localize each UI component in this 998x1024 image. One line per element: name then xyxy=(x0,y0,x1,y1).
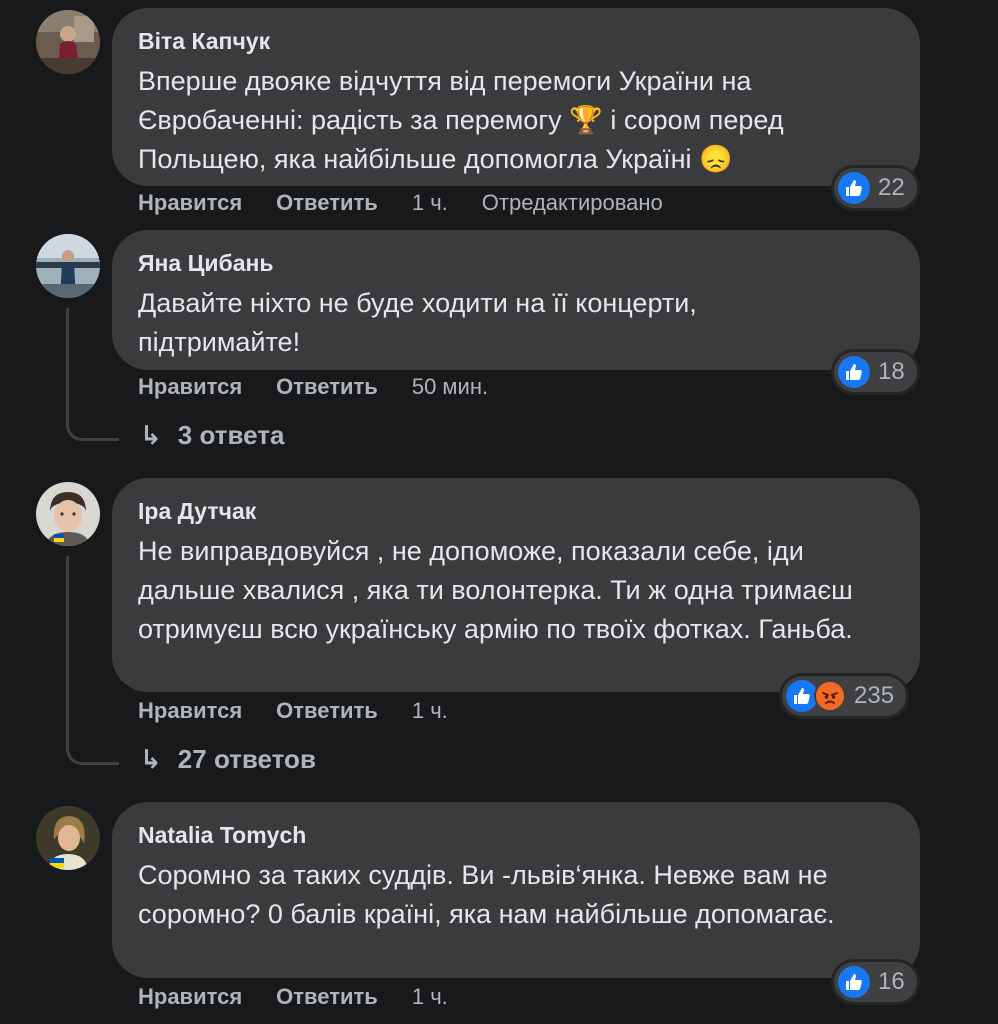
comment-bubble: Віта Капчук Вперше двояке відчуття від п… xyxy=(112,8,920,186)
reactions-badge[interactable]: 18 xyxy=(834,352,917,392)
like-icon xyxy=(838,172,870,204)
replies-count: 27 ответов xyxy=(177,744,316,774)
comment-author[interactable]: Віта Капчук xyxy=(138,26,896,56)
like-icon xyxy=(838,356,870,388)
comment-text: Давайте ніхто не буде ходити на її конце… xyxy=(138,288,697,357)
trophy-emoji: 🏆 xyxy=(569,105,603,135)
comment-actions: Нравится Ответить 50 мин. xyxy=(138,374,522,400)
reply-button[interactable]: Ответить xyxy=(276,190,378,216)
comment-author[interactable]: Natalia Tomych xyxy=(138,820,896,850)
reaction-count: 22 xyxy=(878,174,905,201)
like-button[interactable]: Нравится xyxy=(138,984,242,1010)
timestamp[interactable]: 1 ч. xyxy=(412,190,448,216)
timestamp[interactable]: 1 ч. xyxy=(412,698,448,724)
reaction-count: 235 xyxy=(854,682,895,709)
comment-text: Соромно за таких суддів. Ви -львів‘янка.… xyxy=(138,860,835,929)
comment-author[interactable]: Яна Цибань xyxy=(138,248,896,278)
timestamp[interactable]: 1 ч. xyxy=(412,984,448,1010)
comment-actions: Нравится Ответить 1 ч. xyxy=(138,698,482,724)
reply-arrow-icon: ↳ xyxy=(140,420,162,451)
thread-line xyxy=(66,556,119,765)
comment-actions: Нравится Ответить 1 ч. Отредактировано xyxy=(138,190,663,216)
like-button[interactable]: Нравится xyxy=(138,698,242,724)
disappointed-face-emoji: 😞 xyxy=(699,144,733,174)
timestamp[interactable]: 50 мин. xyxy=(412,374,488,400)
reactions-badge[interactable]: 235 xyxy=(782,676,907,716)
comment-bubble: Іра Дутчак Не виправдовуйся , не допомож… xyxy=(112,478,920,692)
reply-arrow-icon: ↳ xyxy=(140,744,162,775)
reactions-badge[interactable]: 16 xyxy=(834,962,917,1002)
comment-author[interactable]: Іра Дутчак xyxy=(138,496,896,526)
avatar[interactable] xyxy=(36,806,100,870)
avatar[interactable] xyxy=(36,10,100,74)
reply-button[interactable]: Ответить xyxy=(276,698,378,724)
edited-label: Отредактировано xyxy=(481,190,663,215)
avatar[interactable] xyxy=(36,234,100,298)
view-replies-button[interactable]: ↳ 3 ответа xyxy=(140,420,284,451)
replies-count: 3 ответа xyxy=(177,420,285,450)
view-replies-button[interactable]: ↳ 27 ответов xyxy=(140,744,316,775)
comment-actions: Нравится Ответить 1 ч. xyxy=(138,984,482,1010)
comment-text: Не виправдовуйся , не допоможе, показали… xyxy=(138,536,853,644)
reaction-count: 16 xyxy=(878,968,905,995)
reply-button[interactable]: Ответить xyxy=(276,984,378,1010)
like-button[interactable]: Нравится xyxy=(138,190,242,216)
thread-line xyxy=(66,308,119,441)
comment-bubble: Яна Цибань Давайте ніхто не буде ходити … xyxy=(112,230,920,370)
comment-text: Вперше двояке відчуття від перемоги Укра… xyxy=(138,62,896,179)
reactions-badge[interactable]: 22 xyxy=(834,168,917,208)
like-button[interactable]: Нравится xyxy=(138,374,242,400)
avatar[interactable] xyxy=(36,482,100,546)
comment-bubble: Natalia Tomych Соромно за таких суддів. … xyxy=(112,802,920,978)
angry-icon xyxy=(814,680,846,712)
like-icon xyxy=(838,966,870,998)
reply-button[interactable]: Ответить xyxy=(276,374,378,400)
reaction-count: 18 xyxy=(878,358,905,385)
